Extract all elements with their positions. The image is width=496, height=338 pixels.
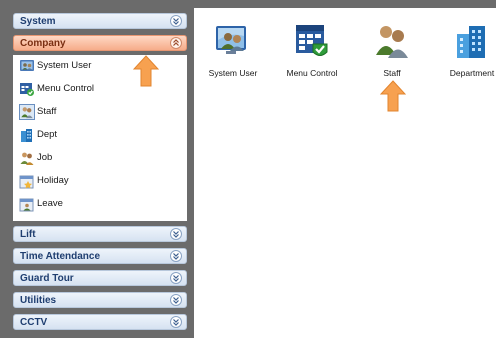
chevron-down-icon[interactable] [170,294,182,306]
job-icon [19,150,35,166]
chevron-down-icon[interactable] [170,272,182,284]
panel-header-guard-tour[interactable]: Guard Tour [13,270,187,286]
main-item-menu-control[interactable]: Menu Control [277,22,347,82]
staff-icon [373,22,411,60]
panel-title: Company [20,38,66,49]
panel-header-lift[interactable]: Lift [13,226,187,242]
main-item-label: Staff [383,68,401,78]
chevron-down-icon[interactable] [170,250,182,262]
main-item-system-user[interactable]: System User [198,22,268,82]
sidebar-item-label: Holiday [37,175,69,186]
menu-control-icon [19,81,35,97]
chevron-down-icon[interactable] [170,316,182,328]
panel-header-system[interactable]: System [13,13,187,29]
sidebar-item-label: Dept [37,129,58,140]
main-item-staff[interactable]: Staff [357,22,427,82]
chevron-up-icon[interactable] [170,37,182,49]
panel-header-cctv[interactable]: CCTV [13,314,187,330]
sidebar-item-holiday[interactable]: Holiday [13,171,187,191]
panel-header-time-attendance[interactable]: Time Attendance [13,248,187,264]
arrow-up-icon [133,55,159,87]
chevron-down-icon[interactable] [170,228,182,240]
department-icon [19,127,35,143]
main-item-label: Department [449,68,495,78]
panel-title: Time Attendance [20,251,101,262]
main-item-label: Menu Control [286,68,338,78]
panel-title: System [20,16,56,27]
panel-title: Lift [20,229,36,240]
panel-header-company[interactable]: Company [13,35,187,51]
company-panel-body: System User Menu Control Staff Dept Job … [13,55,187,221]
sidebar-item-label: System User [37,60,92,71]
main-item-label: System User [208,68,258,78]
sidebar-item-staff[interactable]: Staff [13,102,187,122]
sidebar-item-label: Menu Control [37,83,95,94]
holiday-icon [19,173,35,189]
sidebar: System Company System User Menu Control … [0,8,194,338]
sidebar-item-label: Job [37,152,53,163]
panel-title: CCTV [20,317,48,328]
panel-title: Utilities [20,295,57,306]
sidebar-item-menu-control[interactable]: Menu Control [13,79,187,99]
main-item-department[interactable]: Department [437,22,496,82]
sidebar-item-system-user[interactable]: System User [13,56,187,76]
sidebar-item-leave[interactable]: Leave [13,194,187,214]
sidebar-item-label: Staff [37,106,57,117]
staff-icon [19,104,35,120]
menu-control-icon [293,22,331,60]
system-user-icon [19,58,35,74]
arrow-up-icon [380,80,406,112]
department-icon [453,22,491,60]
panel-title: Guard Tour [20,273,74,284]
sidebar-item-label: Leave [37,198,63,209]
chevron-down-icon[interactable] [170,15,182,27]
sidebar-item-job[interactable]: Job [13,148,187,168]
leave-icon [19,196,35,212]
panel-header-utilities[interactable]: Utilities [13,292,187,308]
top-bar [0,0,496,8]
sidebar-item-dept[interactable]: Dept [13,125,187,145]
system-user-icon [214,22,252,60]
